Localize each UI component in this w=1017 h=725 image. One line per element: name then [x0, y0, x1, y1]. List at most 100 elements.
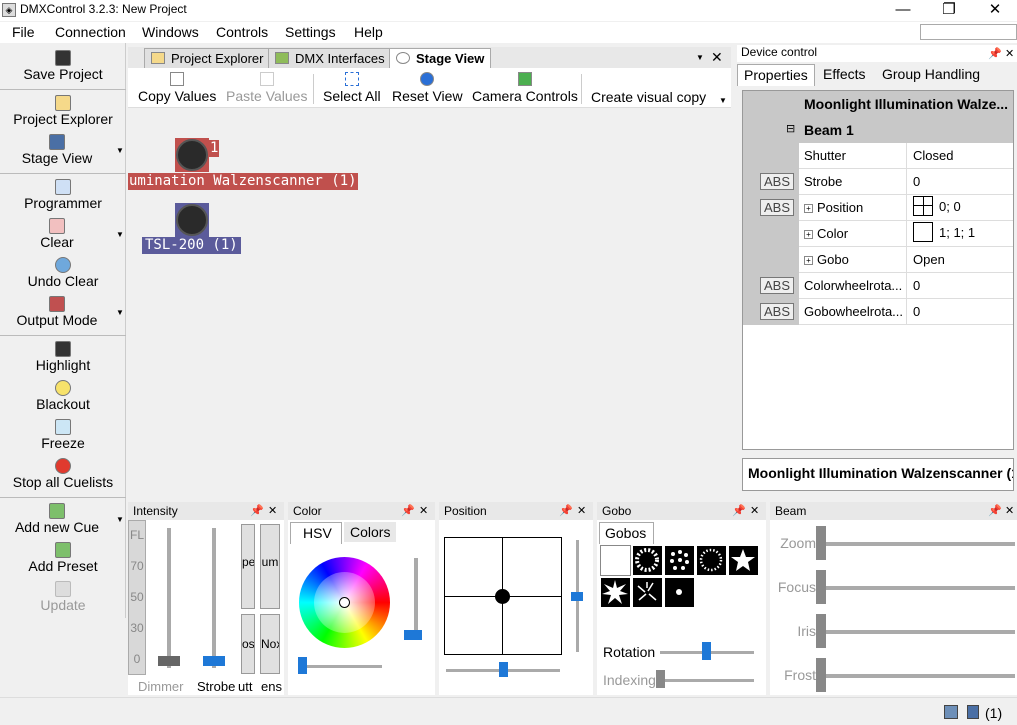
save-project-button[interactable]: Save Project — [0, 50, 126, 82]
brightness-slider[interactable] — [404, 630, 422, 640]
tab-group-handling[interactable]: Group Handling — [876, 64, 986, 86]
create-visual-copy-button[interactable]: Create visual copy — [591, 89, 706, 105]
property-value[interactable]: Open — [908, 247, 1013, 273]
dropdown-arrow-icon[interactable]: ▼ — [116, 515, 124, 524]
programmer-button[interactable]: Programmer — [0, 179, 126, 211]
blackout-button[interactable]: Blackout — [0, 380, 126, 412]
close-button[interactable]: ✕ — [972, 0, 1017, 21]
close-tab-icon[interactable]: ✕ — [711, 49, 723, 66]
menu-settings[interactable]: Settings — [285, 24, 336, 40]
pin-icon[interactable]: 📌 — [401, 504, 415, 517]
tab-stage-view[interactable]: Stage View — [389, 48, 492, 68]
camera-controls-button[interactable]: Camera Controls — [472, 72, 578, 104]
freeze-button[interactable]: Freeze — [0, 419, 126, 451]
saturation-slider[interactable] — [298, 657, 307, 674]
paste-values-button[interactable]: Paste Values — [226, 72, 307, 104]
gobo-dots-icon[interactable] — [664, 545, 695, 576]
property-value[interactable]: 1; 1; 1 — [908, 221, 1013, 247]
stage-canvas[interactable] — [128, 108, 731, 496]
gobo-dot-icon[interactable] — [664, 577, 695, 608]
property-value[interactable]: 0 — [908, 273, 1013, 299]
add-cue-button[interactable]: Add new Cue — [0, 503, 120, 535]
maximize-button[interactable]: ❐ — [926, 0, 972, 21]
strobe-fader[interactable] — [203, 656, 225, 666]
fixture-2-label[interactable]: TSL-200 (1) — [142, 237, 241, 254]
tab-properties[interactable]: Properties — [737, 64, 815, 86]
gobo-burst-icon[interactable] — [600, 577, 631, 608]
close-panel-icon[interactable]: ✕ — [268, 504, 277, 517]
tab-colors[interactable]: Colors — [344, 522, 397, 542]
dropdown-arrow-icon[interactable]: ▼ — [116, 230, 124, 239]
reset-view-button[interactable]: Reset View — [392, 72, 463, 104]
quick-search-input[interactable] — [920, 24, 1017, 40]
shutter-box-bottom[interactable]: os — [241, 614, 255, 674]
pin-icon[interactable]: 📌 — [988, 47, 1002, 60]
gobo-scatter-icon[interactable] — [632, 577, 663, 608]
copy-values-button[interactable]: Copy Values — [138, 72, 216, 104]
pin-icon[interactable]: 📌 — [732, 504, 746, 517]
interface-icon[interactable] — [944, 705, 958, 719]
focus-slider[interactable] — [816, 570, 826, 604]
device-icon[interactable] — [967, 705, 979, 719]
stop-cuelists-button[interactable]: Stop all Cuelists — [0, 458, 126, 490]
tab-gobos[interactable]: Gobos — [599, 522, 654, 544]
gobo-open[interactable] — [600, 545, 631, 576]
menu-controls[interactable]: Controls — [216, 24, 268, 40]
fixture-1[interactable] — [176, 139, 208, 171]
abs-button[interactable]: ABS — [760, 173, 794, 190]
tab-project-explorer[interactable]: Project Explorer — [144, 48, 271, 68]
lens-box-top[interactable]: um — [260, 524, 280, 609]
menu-connection[interactable]: Connection — [55, 24, 126, 40]
project-explorer-button[interactable]: Project Explorer — [0, 95, 126, 127]
expand-icon[interactable]: + — [804, 204, 813, 213]
rotation-slider[interactable] — [702, 642, 711, 660]
update-button[interactable]: Update — [0, 581, 126, 613]
iris-slider[interactable] — [816, 614, 826, 648]
lens-box-bottom[interactable]: Nox — [260, 614, 280, 674]
tilt-slider[interactable] — [571, 592, 583, 601]
expand-icon[interactable]: + — [804, 256, 813, 265]
abs-button[interactable]: ABS — [760, 277, 794, 294]
property-value[interactable]: 0 — [908, 299, 1013, 325]
zoom-slider[interactable] — [816, 526, 826, 560]
tab-hsv[interactable]: HSV — [290, 522, 342, 544]
select-all-button[interactable]: Select All — [323, 72, 381, 104]
minimize-button[interactable]: — — [880, 0, 926, 21]
stage-view-button[interactable]: Stage View — [0, 134, 120, 166]
fixture-1-label[interactable]: umination Walzenscanner (1) — [128, 173, 358, 190]
pin-icon[interactable]: 📌 — [250, 504, 264, 517]
abs-button[interactable]: ABS — [760, 199, 794, 216]
gobo-star-icon[interactable] — [728, 545, 759, 576]
undo-clear-button[interactable]: Undo Clear — [0, 257, 126, 289]
menu-windows[interactable]: Windows — [142, 24, 199, 40]
tab-effects[interactable]: Effects — [817, 64, 872, 86]
highlight-button[interactable]: Highlight — [0, 341, 126, 373]
toolbar-overflow-icon[interactable]: ▼ — [719, 96, 727, 105]
expand-icon[interactable]: + — [804, 230, 813, 239]
dimmer-fader[interactable] — [158, 656, 180, 666]
close-panel-icon[interactable]: ✕ — [1005, 47, 1014, 60]
add-preset-button[interactable]: Add Preset — [0, 542, 126, 574]
fixture-2[interactable] — [176, 204, 208, 236]
gobo-ring-icon[interactable] — [696, 545, 727, 576]
dropdown-arrow-icon[interactable]: ▼ — [116, 146, 124, 155]
collapse-icon[interactable]: ⊟ — [786, 122, 795, 135]
shutter-box-top[interactable]: pe — [241, 524, 255, 609]
menu-file[interactable]: File — [12, 24, 35, 40]
clear-button[interactable]: Clear — [0, 218, 120, 250]
close-panel-icon[interactable]: ✕ — [1005, 504, 1014, 517]
gobo-flower-icon[interactable] — [632, 545, 663, 576]
indexing-slider[interactable] — [656, 670, 665, 688]
frost-slider[interactable] — [816, 658, 826, 692]
property-value[interactable]: 0 — [908, 169, 1013, 195]
property-value[interactable]: Closed — [908, 143, 1013, 169]
color-picker-handle[interactable] — [339, 597, 350, 608]
menu-help[interactable]: Help — [354, 24, 383, 40]
position-handle[interactable] — [495, 589, 510, 604]
pan-slider[interactable] — [499, 662, 508, 677]
close-panel-icon[interactable]: ✕ — [750, 504, 759, 517]
abs-button[interactable]: ABS — [760, 303, 794, 320]
dropdown-arrow-icon[interactable]: ▼ — [116, 308, 124, 317]
close-panel-icon[interactable]: ✕ — [577, 504, 586, 517]
property-value[interactable]: 0; 0 — [908, 195, 1013, 221]
